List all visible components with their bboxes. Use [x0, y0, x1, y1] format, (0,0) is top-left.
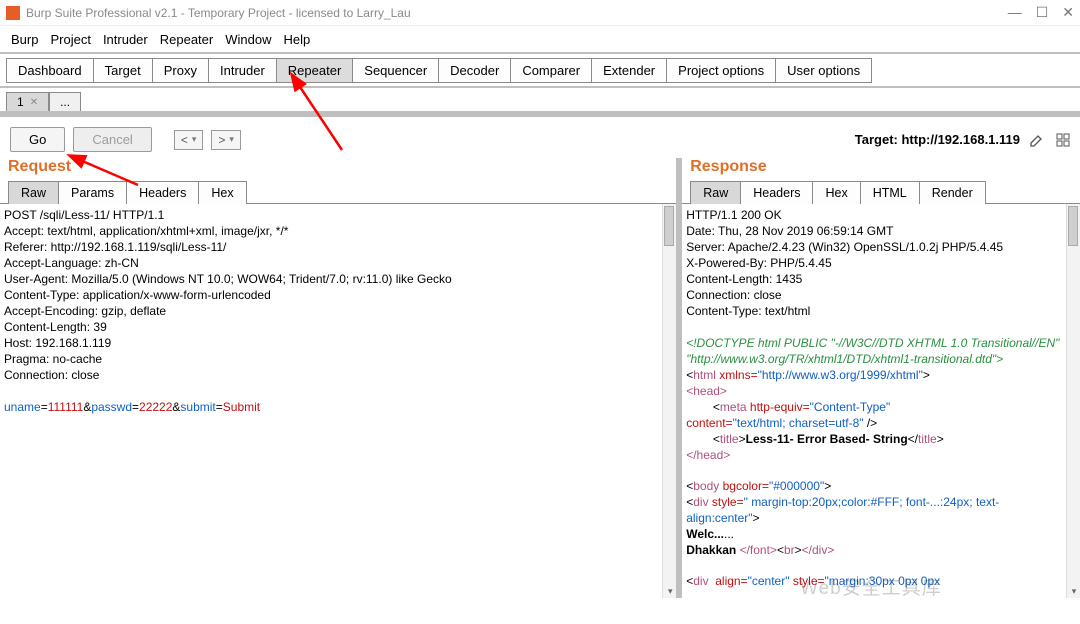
minimize-button[interactable]: — — [1008, 4, 1022, 21]
repeater-subtab-1[interactable]: 1✕ — [6, 92, 49, 111]
target-value: http://192.168.1.119 — [901, 132, 1020, 147]
repeater-subtab-add[interactable]: ... — [49, 92, 81, 111]
response-viewer[interactable]: HTTP/1.1 200 OK Date: Thu, 28 Nov 2019 0… — [682, 204, 1080, 598]
menubar: Burp Project Intruder Repeater Window He… — [0, 26, 1080, 52]
request-title: Request — [0, 158, 676, 180]
close-icon[interactable]: ✕ — [30, 97, 38, 108]
tab-intruder[interactable]: Intruder — [208, 58, 277, 83]
rsp-tab-render[interactable]: Render — [919, 181, 986, 204]
go-button[interactable]: Go — [10, 127, 65, 152]
window-title: Burp Suite Professional v2.1 - Temporary… — [26, 6, 411, 20]
tab-extender[interactable]: Extender — [591, 58, 667, 83]
rsp-tab-headers[interactable]: Headers — [740, 181, 813, 204]
rsp-tab-hex[interactable]: Hex — [812, 181, 860, 204]
tab-sequencer[interactable]: Sequencer — [352, 58, 439, 83]
rsp-tab-html[interactable]: HTML — [860, 181, 920, 204]
rsp-tab-raw[interactable]: Raw — [690, 181, 741, 204]
maximize-button[interactable]: ☐ — [1036, 4, 1049, 21]
forward-button[interactable]: >▾ — [211, 130, 241, 150]
tab-project-options[interactable]: Project options — [666, 58, 776, 83]
watermark: Web安全工具库 — [800, 573, 942, 600]
reset-panes-icon[interactable] — [1054, 131, 1072, 149]
tab-dashboard[interactable]: Dashboard — [6, 58, 94, 83]
tab-proxy[interactable]: Proxy — [152, 58, 209, 83]
close-button[interactable]: ✕ — [1062, 4, 1074, 21]
request-editor[interactable]: POST /sqli/Less-11/ HTTP/1.1 Accept: tex… — [0, 204, 676, 598]
menu-repeater[interactable]: Repeater — [155, 30, 218, 49]
cancel-button[interactable]: Cancel — [73, 127, 151, 152]
menu-burp[interactable]: Burp — [6, 30, 43, 49]
response-title: Response — [682, 158, 1080, 180]
menu-help[interactable]: Help — [278, 30, 315, 49]
req-tab-params[interactable]: Params — [58, 181, 127, 204]
req-tab-hex[interactable]: Hex — [198, 181, 246, 204]
response-scrollbar[interactable]: ▴▾ — [1066, 204, 1080, 598]
request-scrollbar[interactable]: ▴▾ — [662, 204, 676, 598]
tab-comparer[interactable]: Comparer — [510, 58, 592, 83]
target-label: Target: — [855, 132, 902, 147]
menu-window[interactable]: Window — [220, 30, 276, 49]
tab-repeater[interactable]: Repeater — [276, 58, 353, 83]
menu-intruder[interactable]: Intruder — [98, 30, 153, 49]
tab-target[interactable]: Target — [93, 58, 153, 83]
main-tabs: Dashboard Target Proxy Intruder Repeater… — [0, 52, 1080, 88]
app-icon — [6, 6, 20, 20]
req-tab-raw[interactable]: Raw — [8, 181, 59, 204]
edit-target-icon[interactable] — [1028, 131, 1046, 149]
menu-project[interactable]: Project — [45, 30, 95, 49]
tab-user-options[interactable]: User options — [775, 58, 872, 83]
back-button[interactable]: <▾ — [174, 130, 204, 150]
req-tab-headers[interactable]: Headers — [126, 181, 199, 204]
tab-decoder[interactable]: Decoder — [438, 58, 511, 83]
